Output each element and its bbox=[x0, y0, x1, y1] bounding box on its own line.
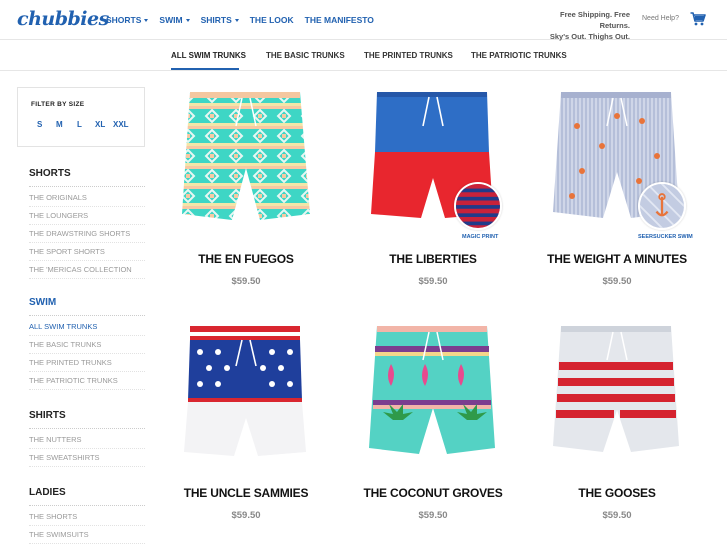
product-card[interactable]: THE GOOSES $59.50 bbox=[542, 320, 692, 521]
nav-shorts[interactable]: SHORTS bbox=[106, 15, 149, 25]
sidebar-ladies: LADIES THE SHORTS THE SWIMSUITS bbox=[29, 487, 145, 544]
seersucker-swatch bbox=[638, 182, 686, 230]
product-name[interactable]: THE GOOSES bbox=[522, 486, 712, 500]
promo-line-1: Free Shipping. Free Returns. bbox=[559, 10, 630, 30]
sidebar-item-basic-trunks[interactable]: THE BASIC TRUNKS bbox=[29, 336, 145, 354]
sidebar-item-sport-shorts[interactable]: THE SPORT SHORTS bbox=[29, 243, 145, 261]
size-m[interactable]: M bbox=[56, 120, 63, 129]
product-name[interactable]: THE UNCLE SAMMIES bbox=[151, 486, 341, 500]
size-l[interactable]: L bbox=[77, 120, 82, 129]
tab-all-swim-trunks[interactable]: ALL SWIM TRUNKS bbox=[171, 51, 246, 60]
tab-patriotic-trunks[interactable]: THE PATRIOTIC TRUNKS bbox=[471, 51, 567, 60]
promo-text: Free Shipping. Free Returns. Sky's Out. … bbox=[534, 9, 630, 42]
size-s[interactable]: S bbox=[37, 120, 42, 129]
product-price: $59.50 bbox=[418, 510, 448, 521]
nav-shirts[interactable]: SHIRTS bbox=[201, 15, 239, 25]
product-image-coconut-groves[interactable] bbox=[363, 320, 503, 470]
magic-print-swatch bbox=[454, 182, 502, 230]
sidebar-item-the-sweatshirts[interactable]: THE SWEATSHIRTS bbox=[29, 449, 145, 467]
sidebar-heading-swim[interactable]: SWIM bbox=[29, 297, 145, 316]
sidebar-heading-ladies[interactable]: LADIES bbox=[29, 487, 145, 506]
tab-printed-trunks[interactable]: THE PRINTED TRUNKS bbox=[364, 51, 453, 60]
filter-title: FILTER BY SIZE bbox=[31, 101, 85, 108]
sidebar-item-ladies-shorts[interactable]: THE SHORTS bbox=[29, 508, 145, 526]
nav-shirts-label: SHIRTS bbox=[200, 15, 232, 25]
chevron-down-icon bbox=[144, 18, 149, 22]
sidebar-heading-shirts[interactable]: SHIRTS bbox=[29, 410, 145, 429]
sidebar-item-patriotic-trunks[interactable]: THE PATRIOTIC TRUNKS bbox=[29, 372, 145, 390]
sidebar-item-the-loungers[interactable]: THE LOUNGERS bbox=[29, 207, 145, 225]
sidebar-heading-shorts[interactable]: SHORTS bbox=[29, 168, 145, 187]
product-caption: SEERSUCKER SWIM bbox=[638, 234, 693, 240]
chevron-down-icon bbox=[185, 18, 190, 22]
sidebar-item-the-originals[interactable]: THE ORIGINALS bbox=[29, 189, 145, 207]
nav-the-manifesto-label: THE MANIFESTO bbox=[304, 15, 374, 25]
sidebar-item-all-swim-trunks[interactable]: ALL SWIM TRUNKS bbox=[29, 318, 145, 336]
nav-the-manifesto[interactable]: THE MANIFESTO bbox=[305, 15, 374, 25]
nav-shorts-label: SHORTS bbox=[106, 15, 142, 25]
sidebar-swim: SWIM ALL SWIM TRUNKS THE BASIC TRUNKS TH… bbox=[29, 297, 145, 390]
chevron-down-icon bbox=[234, 18, 239, 22]
product-image-gooses[interactable] bbox=[547, 320, 687, 470]
product-price: $59.50 bbox=[231, 276, 261, 287]
brand-logo[interactable]: chubbies bbox=[17, 8, 109, 30]
product-image-en-fuegos[interactable] bbox=[176, 86, 316, 236]
size-xxl[interactable]: XXL bbox=[113, 120, 129, 129]
nav-the-look[interactable]: THE LOOK bbox=[250, 15, 294, 25]
product-image-uncle-sammies[interactable] bbox=[176, 320, 316, 470]
product-name[interactable]: THE LIBERTIES bbox=[338, 252, 528, 266]
need-help-link[interactable]: Need Help? bbox=[642, 15, 679, 22]
product-card[interactable]: THE EN FUEGOS $59.50 bbox=[171, 86, 321, 287]
sidebar-item-drawstring-shorts[interactable]: THE DRAWSTRING SHORTS bbox=[29, 225, 145, 243]
sidebar-shorts: SHORTS THE ORIGINALS THE LOUNGERS THE DR… bbox=[29, 168, 145, 279]
sidebar-item-mericas-collection[interactable]: THE 'MERICAS COLLECTION bbox=[29, 261, 145, 279]
product-price: $59.50 bbox=[602, 510, 632, 521]
product-name[interactable]: THE EN FUEGOS bbox=[151, 252, 341, 266]
tab-basic-trunks[interactable]: THE BASIC TRUNKS bbox=[266, 51, 345, 60]
nav-the-look-label: THE LOOK bbox=[249, 15, 294, 25]
product-name[interactable]: THE WEIGHT A MINUTES bbox=[522, 252, 712, 266]
nav-swim-label: SWIM bbox=[159, 15, 183, 25]
nav-swim[interactable]: SWIM bbox=[159, 15, 190, 25]
size-xl[interactable]: XL bbox=[95, 120, 105, 129]
product-card[interactable]: MAGIC PRINT THE LIBERTIES $59.50 bbox=[358, 86, 508, 287]
sidebar-item-the-nutters[interactable]: THE NUTTERS bbox=[29, 431, 145, 449]
active-tab-indicator bbox=[171, 68, 239, 70]
product-price: $59.50 bbox=[231, 510, 261, 521]
product-price: $59.50 bbox=[602, 276, 632, 287]
main-nav: SHORTS SWIM SHIRTS THE LOOK THE MANIFEST… bbox=[106, 15, 374, 25]
product-card[interactable]: SEERSUCKER SWIM THE WEIGHT A MINUTES $59… bbox=[542, 86, 693, 287]
site-header: chubbies SHORTS SWIM SHIRTS THE LOOK THE… bbox=[0, 0, 727, 42]
sidebar-item-printed-trunks[interactable]: THE PRINTED TRUNKS bbox=[29, 354, 145, 372]
size-filter: FILTER BY SIZE S M L XL XXL bbox=[17, 87, 145, 147]
product-price: $59.50 bbox=[418, 276, 448, 287]
sidebar-shirts: SHIRTS THE NUTTERS THE SWEATSHIRTS bbox=[29, 410, 145, 467]
product-name[interactable]: THE COCONUT GROVES bbox=[338, 486, 528, 500]
product-caption: MAGIC PRINT bbox=[462, 234, 499, 240]
product-card[interactable]: THE UNCLE SAMMIES $59.50 bbox=[171, 320, 321, 521]
cart-icon[interactable] bbox=[690, 12, 706, 26]
collection-tabs: ALL SWIM TRUNKS THE BASIC TRUNKS THE PRI… bbox=[0, 41, 727, 71]
product-card[interactable]: THE COCONUT GROVES $59.50 bbox=[358, 320, 508, 521]
sidebar-item-ladies-swimsuits[interactable]: THE SWIMSUITS bbox=[29, 526, 145, 544]
